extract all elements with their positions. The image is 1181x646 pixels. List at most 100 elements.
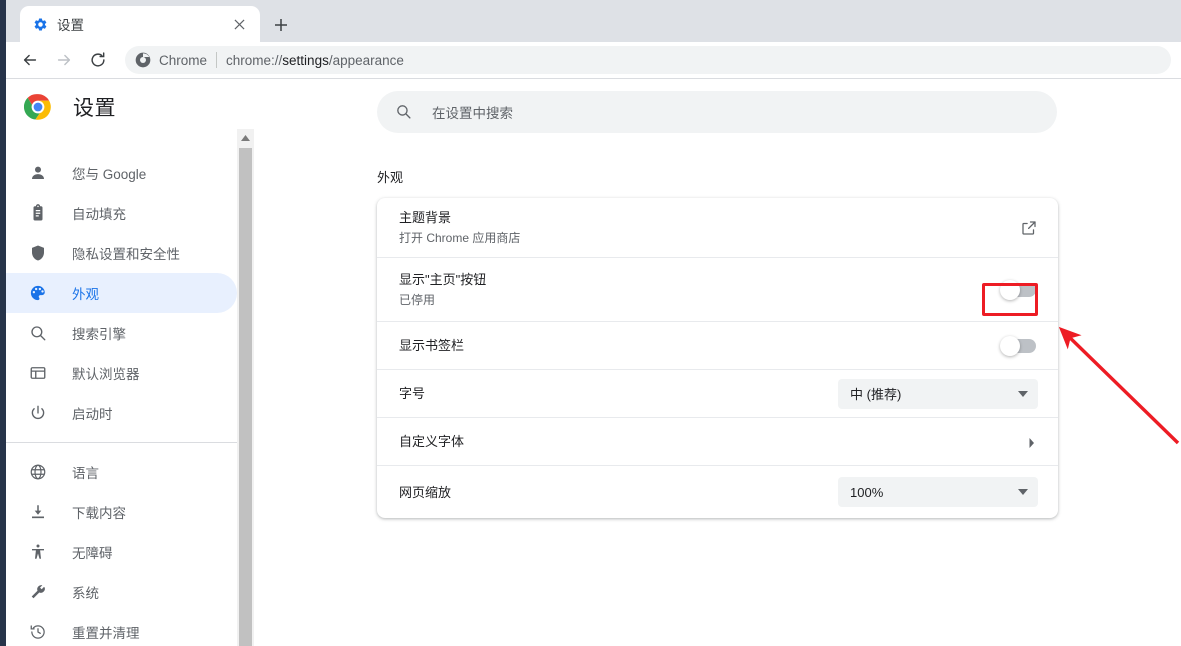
row-theme-text: 主题背景 打开 Chrome 应用商店 (399, 208, 1020, 247)
tab-settings[interactable]: 设置 (20, 6, 260, 42)
sidebar-item-label: 您与 Google (72, 163, 146, 183)
settings-main: 在设置中搜索 外观 主题背景 打开 Chrome 应用商店 (254, 79, 1181, 646)
browser-window: 设置 (0, 0, 1181, 646)
sidebar-item-label: 语言 (72, 462, 99, 482)
sidebar-item-reset-cleanup[interactable]: 重置并清理 (6, 612, 237, 646)
row-show-home-button[interactable]: 显示"主页"按钮 已停用 (377, 258, 1058, 322)
appearance-settings-card: 主题背景 打开 Chrome 应用商店 显示"主页"按钮 已停用 (377, 198, 1058, 518)
row-customize-fonts-text: 自定义字体 (399, 432, 1026, 451)
chrome-logo-icon (135, 52, 151, 68)
search-container: 在设置中搜索 (377, 91, 1057, 133)
toggle-knob (1000, 336, 1020, 356)
sidebar-item-label: 默认浏览器 (72, 363, 140, 383)
new-tab-button[interactable] (268, 12, 294, 38)
address-bar[interactable]: Chrome chrome://settings/appearance (125, 46, 1171, 74)
scroll-up-icon[interactable] (237, 129, 254, 146)
url-suffix: /appearance (329, 53, 404, 68)
sidebar-item-languages[interactable]: 语言 (6, 452, 237, 492)
sidebar-item-label: 隐私设置和安全性 (72, 243, 180, 263)
page-zoom-value: 100% (850, 485, 883, 500)
sidebar-item-label: 自动填充 (72, 203, 126, 223)
sidebar-item-accessibility[interactable]: 无障碍 (6, 532, 237, 572)
reload-icon[interactable] (83, 45, 113, 75)
row-label: 显示"主页"按钮 (399, 270, 1002, 289)
sidebar-item-default-browser[interactable]: 默认浏览器 (6, 353, 237, 393)
bookmarks-bar-toggle[interactable] (1002, 339, 1036, 353)
search-input[interactable]: 在设置中搜索 (377, 91, 1057, 133)
browser-window-icon (28, 363, 48, 383)
tab-strip: 设置 (6, 0, 1181, 42)
close-icon[interactable] (228, 13, 250, 35)
power-icon (28, 403, 48, 423)
shield-icon (28, 243, 48, 263)
browser-toolbar: Chrome chrome://settings/appearance (6, 42, 1181, 79)
row-sublabel: 打开 Chrome 应用商店 (399, 230, 1020, 247)
sidebar-item-privacy-security[interactable]: 隐私设置和安全性 (6, 233, 237, 273)
sidebar-divider (6, 442, 237, 443)
row-sublabel: 已停用 (399, 292, 1002, 309)
settings-brand: 设置 (6, 79, 237, 135)
row-bookmarks-text: 显示书签栏 (399, 336, 1002, 355)
section-heading-appearance: 外观 (377, 167, 403, 186)
row-theme[interactable]: 主题背景 打开 Chrome 应用商店 (377, 198, 1058, 258)
row-label: 显示书签栏 (399, 336, 1002, 355)
sidebar-item-on-startup[interactable]: 启动时 (6, 393, 237, 433)
gear-icon (32, 16, 48, 32)
row-label: 自定义字体 (399, 432, 1026, 451)
omnibox-divider (216, 52, 217, 68)
url-bold-part: settings (282, 53, 329, 68)
download-icon (28, 502, 48, 522)
sidebar-item-label: 重置并清理 (72, 622, 140, 642)
row-label: 主题背景 (399, 208, 1020, 227)
sidebar-item-label: 外观 (72, 283, 99, 303)
tab-title: 设置 (57, 14, 228, 34)
person-icon (28, 163, 48, 183)
row-label: 字号 (399, 384, 838, 403)
search-placeholder: 在设置中搜索 (432, 102, 513, 122)
sidebar-item-system[interactable]: 系统 (6, 572, 237, 612)
omnibox-scheme-label: Chrome (159, 53, 207, 68)
sidebar-item-label: 无障碍 (72, 542, 113, 562)
row-home-text: 显示"主页"按钮 已停用 (399, 270, 1002, 309)
settings-sidebar: 设置 您与 Google (6, 79, 237, 646)
chevron-down-icon (1018, 489, 1028, 495)
sidebar-item-label: 启动时 (72, 403, 113, 423)
font-size-value: 中 (推荐) (850, 384, 901, 403)
sidebar-item-label: 搜索引擎 (72, 323, 126, 343)
row-page-zoom-text: 网页缩放 (399, 483, 838, 502)
back-icon[interactable] (15, 45, 45, 75)
chrome-logo-icon (24, 93, 52, 121)
toggle-knob (1000, 280, 1020, 300)
sidebar-item-appearance[interactable]: 外观 (6, 273, 237, 313)
row-show-bookmarks-bar[interactable]: 显示书签栏 (377, 322, 1058, 370)
search-icon (28, 323, 48, 343)
row-label: 网页缩放 (399, 483, 838, 502)
open-in-new-icon[interactable] (1020, 219, 1038, 237)
chevron-down-icon (1018, 391, 1028, 397)
sidebar-item-autofill[interactable]: 自动填充 (6, 193, 237, 233)
sidebar-item-label: 系统 (72, 582, 99, 602)
sidebar-scrollbar[interactable] (237, 129, 254, 646)
chevron-right-icon[interactable] (1026, 436, 1038, 448)
accessibility-icon (28, 542, 48, 562)
row-customize-fonts[interactable]: 自定义字体 (377, 418, 1058, 466)
sidebar-item-you-and-google[interactable]: 您与 Google (6, 153, 237, 193)
row-page-zoom[interactable]: 网页缩放 100% (377, 466, 1058, 518)
sidebar-item-label: 下载内容 (72, 502, 126, 522)
page-zoom-select[interactable]: 100% (838, 477, 1038, 507)
font-size-select[interactable]: 中 (推荐) (838, 379, 1038, 409)
row-font-size-text: 字号 (399, 384, 838, 403)
scrollbar-thumb[interactable] (239, 148, 252, 646)
home-button-toggle[interactable] (1002, 283, 1036, 297)
settings-page: 设置 您与 Google (6, 79, 1181, 646)
palette-icon (28, 283, 48, 303)
sidebar-item-downloads[interactable]: 下载内容 (6, 492, 237, 532)
url-prefix: chrome:// (226, 53, 282, 68)
history-restore-icon (28, 622, 48, 642)
wrench-icon (28, 582, 48, 602)
sidebar-item-search-engine[interactable]: 搜索引擎 (6, 313, 237, 353)
forward-icon (49, 45, 79, 75)
omnibox-url: chrome://settings/appearance (226, 53, 404, 68)
sidebar-nav: 您与 Google 自动填充 隐 (6, 153, 237, 646)
row-font-size[interactable]: 字号 中 (推荐) (377, 370, 1058, 418)
